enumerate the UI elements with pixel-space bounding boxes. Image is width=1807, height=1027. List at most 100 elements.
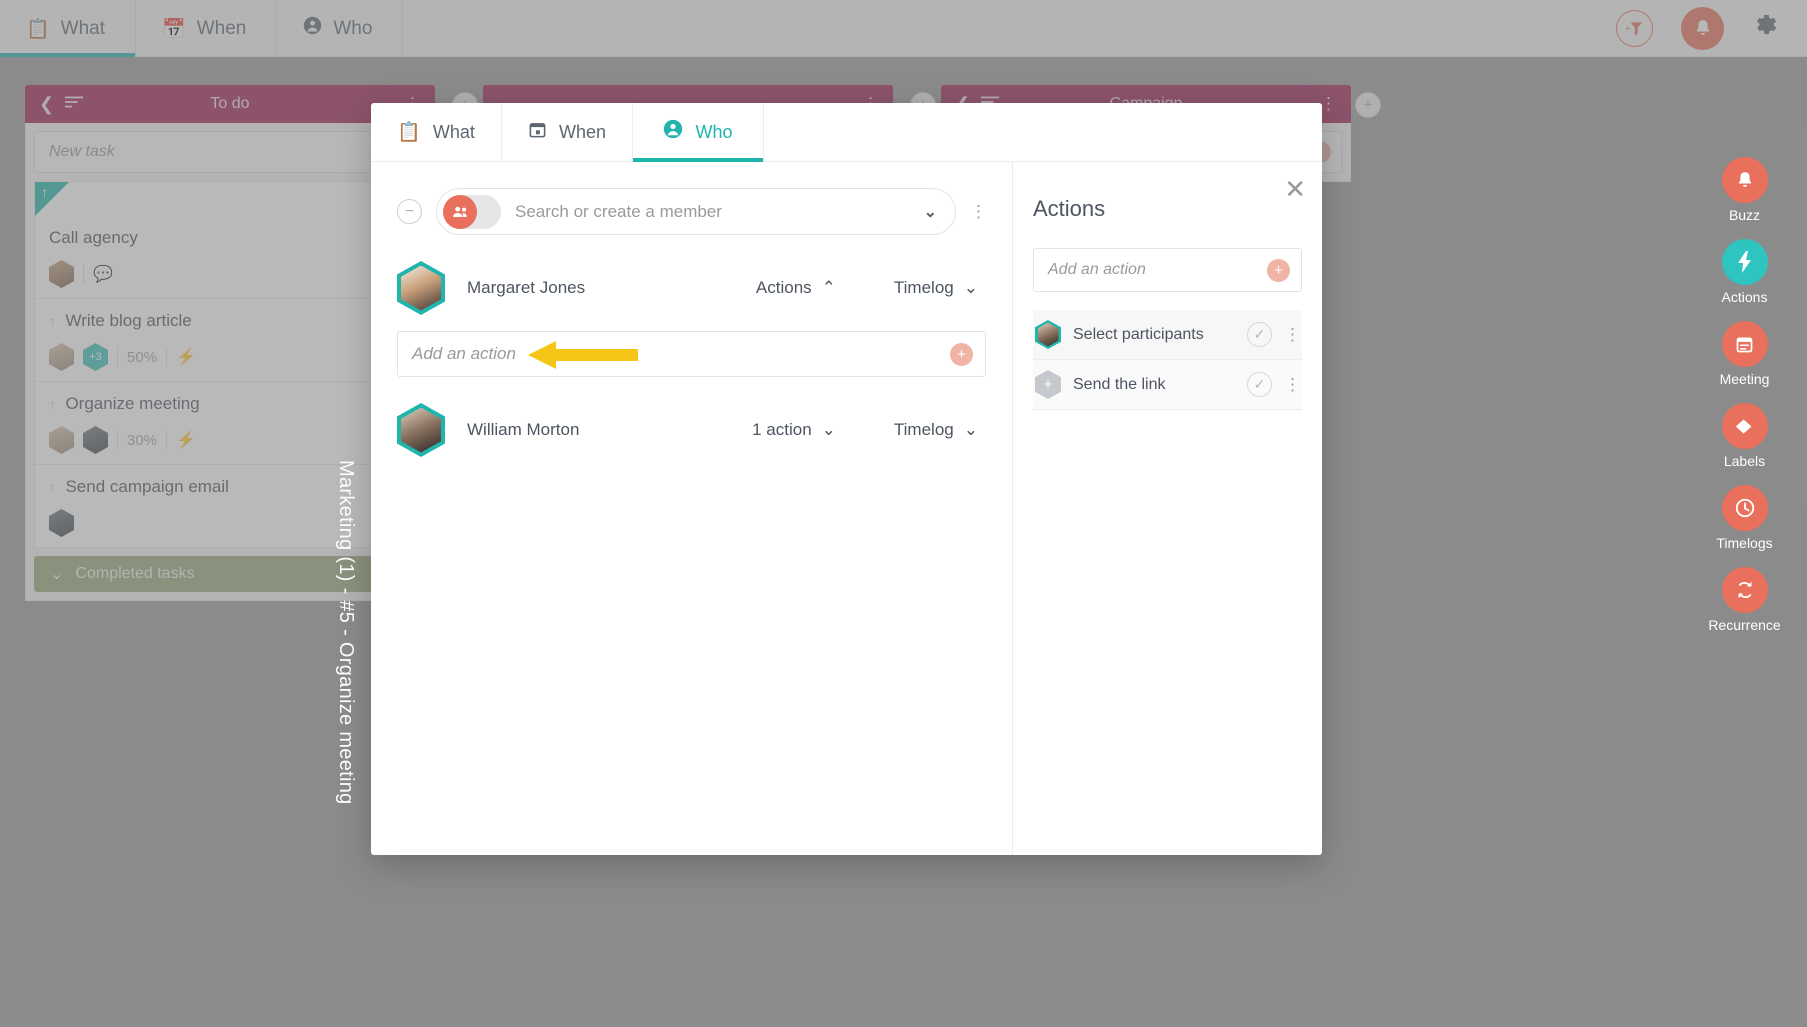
avatar <box>49 509 74 537</box>
task-card-send-campaign-email[interactable]: ↑ Send campaign email <box>34 465 426 548</box>
column-menu-icon[interactable]: ⋮ <box>1320 95 1337 112</box>
modal-tab-what[interactable]: 📋 What <box>371 103 502 161</box>
member-timelog-label: Timelog <box>893 420 954 439</box>
top-tab-when[interactable]: 📅 When <box>136 0 278 57</box>
avatar <box>49 343 74 371</box>
add-filter-icon[interactable]: + <box>1616 9 1653 47</box>
task-card-organize-meeting[interactable]: ↑ Organize meeting 30% ⚡ <box>34 382 426 465</box>
chevron-down-icon: ⌄ <box>963 278 978 297</box>
bell-icon[interactable] <box>1681 6 1724 50</box>
calendar-icon <box>528 120 547 145</box>
completed-tasks-bar[interactable]: ⌄ Completed tasks <box>34 556 426 592</box>
member-row-william-morton[interactable]: William Morton 1 action ⌄ Timelog ⌄ <box>397 403 986 457</box>
person-circle-icon <box>303 16 322 41</box>
modal-tab-when-label: When <box>558 121 607 142</box>
member-timelog-toggle[interactable]: Timelog ⌄ <box>894 278 978 298</box>
clipboard-check-icon: 📋 <box>26 18 50 40</box>
bell-icon <box>1721 157 1768 203</box>
rail-label: Labels <box>1723 453 1766 469</box>
member-timelog-toggle[interactable]: Timelog ⌄ <box>894 420 978 440</box>
arrow-up-icon: ↑ <box>49 479 56 495</box>
add-column-button-3[interactable]: + <box>1355 92 1381 118</box>
divider <box>117 347 118 367</box>
add-action-button[interactable]: + <box>950 342 973 366</box>
modal-tab-when[interactable]: When <box>502 103 633 161</box>
rail-item-actions[interactable]: Actions <box>1721 239 1768 305</box>
member-name: William Morton <box>467 420 580 439</box>
svg-text:+: + <box>1625 22 1630 32</box>
avatar <box>1035 320 1061 349</box>
member-type-toggle[interactable] <box>443 194 501 229</box>
top-tab-who[interactable]: Who <box>277 0 404 57</box>
task-title: Write blog article <box>65 311 192 330</box>
new-task-input-todo[interactable]: New task + <box>34 131 426 173</box>
divider <box>166 430 168 450</box>
add-action-placeholder: Add an action <box>412 344 516 363</box>
add-action-input-margaret[interactable]: Add an action + <box>397 331 986 377</box>
tag-icon <box>1721 403 1768 449</box>
member-actions-label: 1 action <box>752 420 812 439</box>
clock-icon <box>1721 485 1768 531</box>
top-tab-who-label: Who <box>333 17 373 39</box>
gear-icon[interactable] <box>1752 11 1779 45</box>
task-card-call-agency[interactable]: ↑ Call agency 💬 <box>34 181 426 299</box>
add-member-icon: + <box>1035 370 1061 399</box>
modal-tab-what-label: What <box>432 121 475 142</box>
rail-item-recurrence[interactable]: Recurrence <box>1708 567 1781 633</box>
comment-icon: 💬 <box>93 266 113 283</box>
modal-tab-who-label: Who <box>695 121 733 142</box>
task-detail-modal: 📋 What When Who − Search or create a mem… <box>371 103 1322 855</box>
check-icon[interactable]: ✓ <box>1247 322 1272 347</box>
avatar <box>83 426 108 454</box>
rail-item-labels[interactable]: Labels <box>1721 403 1768 469</box>
member-search-placeholder: Search or create a member <box>515 201 722 221</box>
calendar-icon <box>1721 321 1768 367</box>
member-actions-label: Actions <box>755 278 812 297</box>
rail-item-timelogs[interactable]: Timelogs <box>1716 485 1773 551</box>
add-action-button[interactable]: + <box>1267 258 1290 282</box>
arrow-up-icon: ↑ <box>41 184 48 200</box>
modal-tab-bar: 📋 What When Who <box>371 103 1322 162</box>
minus-circle-icon[interactable]: − <box>397 199 422 224</box>
rail-item-buzz[interactable]: Buzz <box>1721 157 1768 223</box>
clipboard-check-icon: 📋 <box>397 122 421 143</box>
close-icon[interactable]: ✕ <box>1284 176 1306 202</box>
modal-tab-who[interactable]: Who <box>633 103 764 162</box>
chevron-down-icon: ⌄ <box>50 566 64 583</box>
action-menu-icon[interactable]: ⋮ <box>1284 376 1301 393</box>
chevron-down-icon[interactable]: ⌄ <box>924 202 937 222</box>
task-title: Call agency <box>49 228 138 247</box>
avatar <box>49 426 74 454</box>
refresh-icon <box>1721 567 1768 613</box>
completed-tasks-label: Completed tasks <box>75 565 195 582</box>
action-item-send-the-link[interactable]: + Send the link ✓ ⋮ <box>1033 360 1302 410</box>
rail-item-meeting[interactable]: Meeting <box>1719 321 1770 387</box>
task-card-write-blog-article[interactable]: ↑ Write blog article +3 50% ⚡ <box>34 299 426 382</box>
member-name: Margaret Jones <box>467 278 586 297</box>
extra-members-badge: +3 <box>83 343 108 371</box>
avatar <box>397 403 445 457</box>
member-search-menu-icon[interactable]: ⋮ <box>970 203 987 220</box>
arrow-up-icon: ↑ <box>49 313 56 329</box>
task-meta: 30% ⚡ <box>49 426 411 454</box>
chevron-left-icon[interactable]: ❮ <box>39 94 54 115</box>
lightning-bolt-icon: ⚡ <box>176 349 196 366</box>
action-label: Select participants <box>1073 325 1204 343</box>
check-icon[interactable]: ✓ <box>1247 372 1272 397</box>
action-item-select-participants[interactable]: Select participants ✓ ⋮ <box>1033 310 1302 360</box>
member-search-input[interactable]: Search or create a member ⌄ <box>436 188 956 235</box>
action-menu-icon[interactable]: ⋮ <box>1284 326 1301 343</box>
member-actions-toggle[interactable]: 1 action ⌄ <box>752 420 836 440</box>
divider <box>166 347 168 367</box>
top-tab-what[interactable]: 📋 What <box>0 0 137 57</box>
member-actions-toggle[interactable]: Actions ⌃ <box>756 278 836 298</box>
add-action-placeholder: Add an action <box>1048 261 1146 278</box>
divider <box>117 430 118 450</box>
task-title: Organize meeting <box>65 394 200 413</box>
rail-label: Meeting <box>1719 371 1770 387</box>
people-icon <box>443 194 477 229</box>
member-row-margaret-jones[interactable]: Margaret Jones Actions ⌃ Timelog ⌄ <box>397 261 986 315</box>
actions-panel-add-input[interactable]: Add an action + <box>1033 248 1302 292</box>
sort-icon[interactable] <box>64 95 84 114</box>
